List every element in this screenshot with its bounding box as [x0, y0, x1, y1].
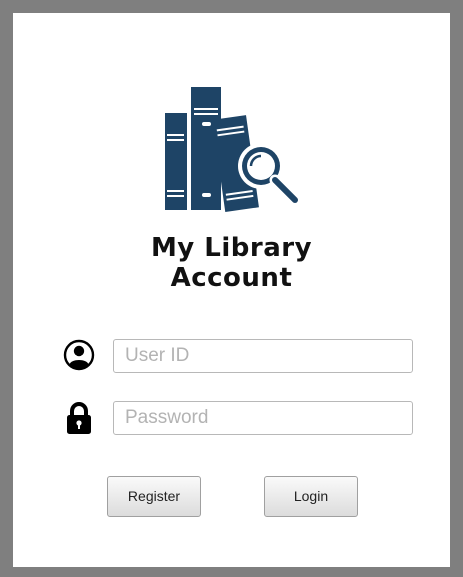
user-id-field[interactable] [113, 339, 413, 373]
title-line-2: Account [170, 263, 293, 293]
login-window: My Library Account Register Login [13, 13, 450, 567]
books-magnifier-icon [165, 87, 301, 212]
login-button[interactable]: Login [264, 476, 358, 517]
user-circle-icon [63, 339, 95, 371]
password-field[interactable] [113, 401, 413, 435]
title-line-1: My Library [150, 233, 313, 263]
lock-icon [67, 402, 91, 434]
register-button[interactable]: Register [107, 476, 201, 517]
page-title: My Library Account [13, 233, 450, 293]
